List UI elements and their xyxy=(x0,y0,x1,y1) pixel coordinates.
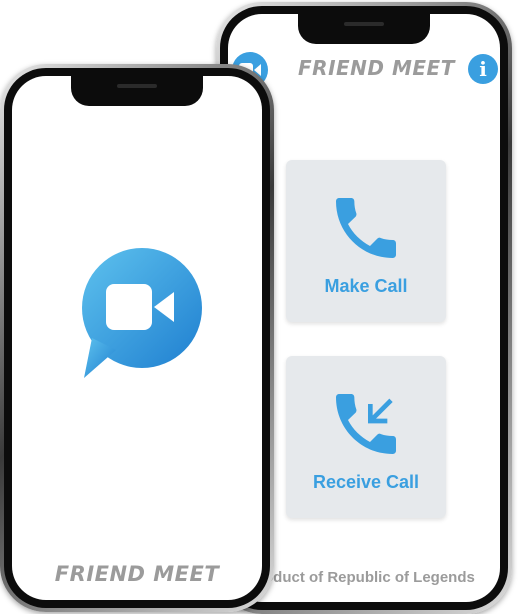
phone-notch xyxy=(71,76,203,106)
app-title: FRIEND MEET xyxy=(298,56,455,80)
make-call-button[interactable]: Make Call xyxy=(286,160,446,322)
video-chat-bubble-icon xyxy=(82,248,202,378)
phone-notch xyxy=(298,14,430,44)
receive-call-label: Receive Call xyxy=(312,472,420,492)
app-header: FRIEND MEET i xyxy=(228,50,500,90)
splash-screen: FRIEND MEET xyxy=(12,76,262,600)
info-button[interactable]: i xyxy=(468,54,498,84)
receive-call-button[interactable]: Receive Call xyxy=(286,356,446,518)
phone-icon xyxy=(336,198,396,258)
footer-credit: oduct of Republic of Legends xyxy=(264,569,475,586)
splash-title: FRIEND MEET xyxy=(54,562,220,586)
phone-incoming-icon xyxy=(336,394,396,454)
info-icon: i xyxy=(479,57,487,81)
phone-mockup-front: FRIEND MEET xyxy=(0,64,274,612)
make-call-label: Make Call xyxy=(324,276,408,296)
